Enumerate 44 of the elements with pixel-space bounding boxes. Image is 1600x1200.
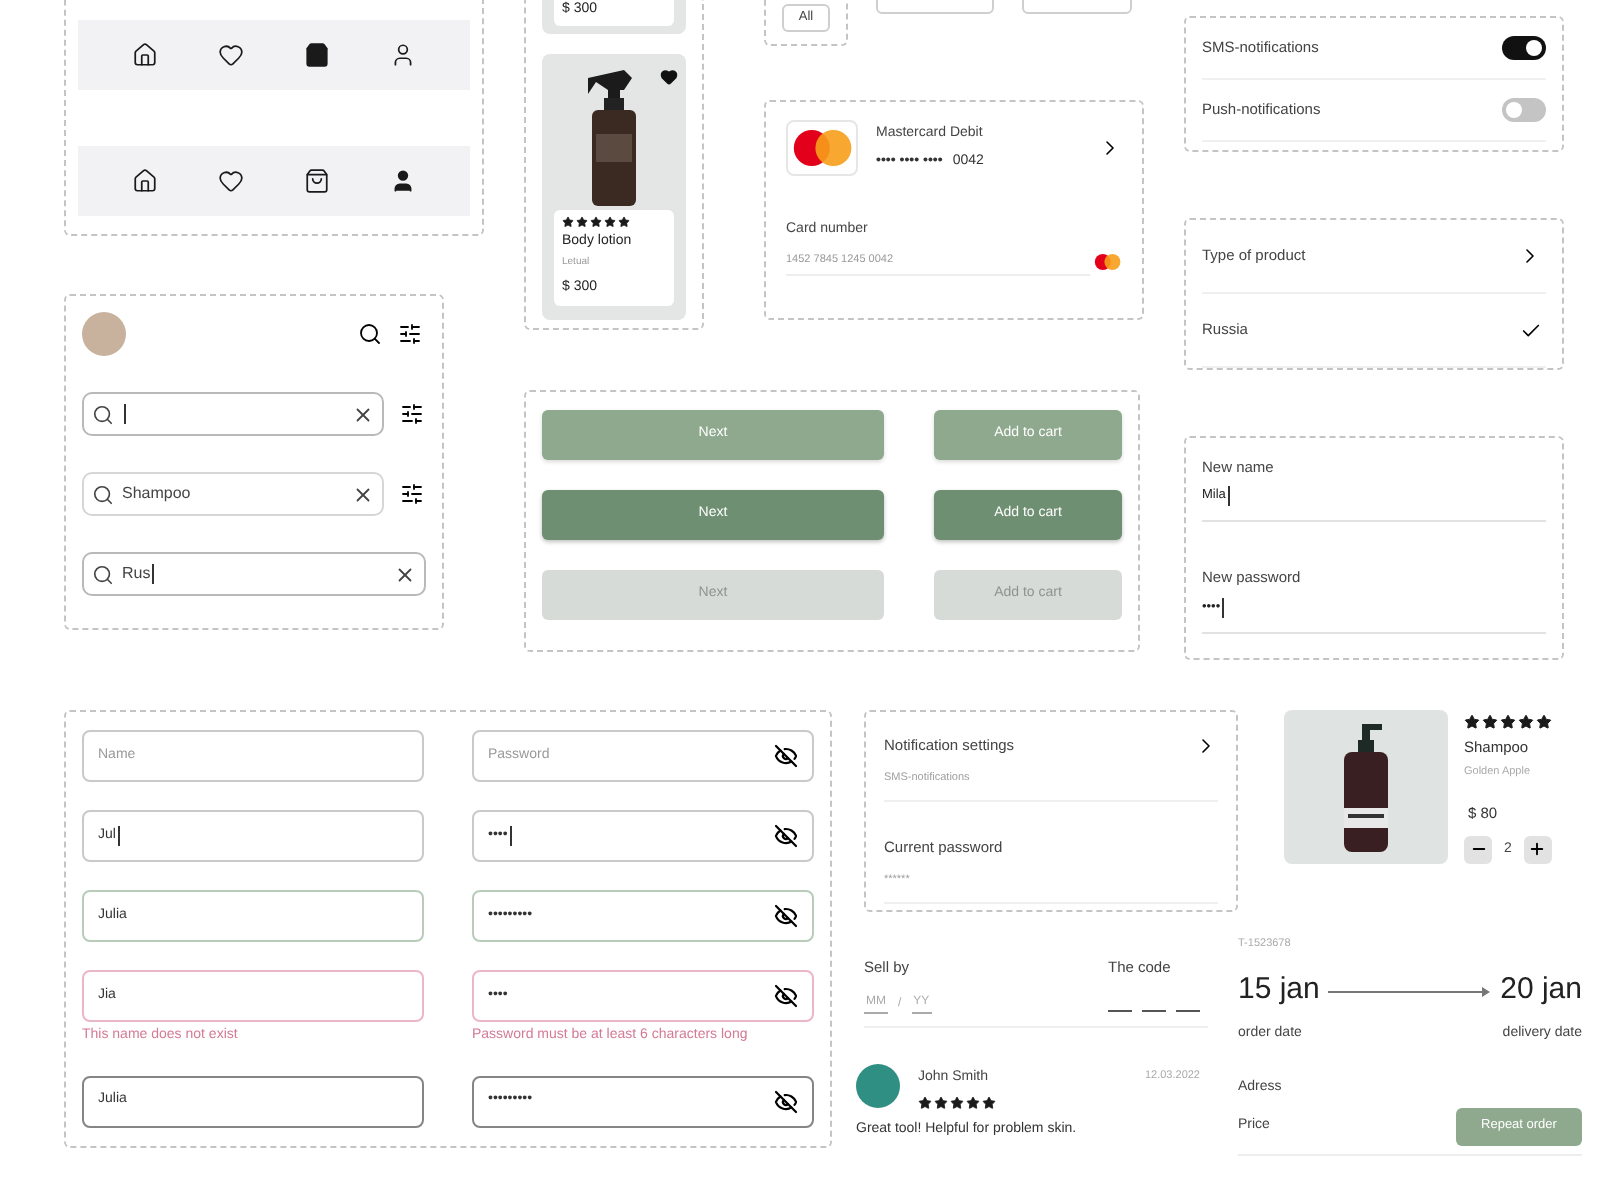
text-cursor [152,564,155,584]
heart-icon[interactable] [660,67,678,85]
avatar [856,1064,900,1109]
search-field[interactable] [82,392,384,436]
text-cursor [1222,597,1225,617]
search-field[interactable]: Shampoo [82,472,384,516]
eye-off-icon[interactable] [774,984,798,1008]
plus-icon [1528,840,1547,859]
filter-icon[interactable] [398,322,422,346]
eye-off-icon[interactable] [774,904,798,928]
search-icon [92,483,114,505]
toggle-switch[interactable] [1502,98,1546,122]
search-field[interactable]: Rus [82,552,426,596]
eye-off-icon[interactable] [774,824,798,848]
clear-icon[interactable] [352,403,374,425]
bag-icon[interactable] [304,168,330,194]
text-cursor [1227,486,1230,507]
heart-icon[interactable] [218,168,244,194]
order-date: 15 jan [1238,970,1320,1011]
decrease-button[interactable] [1464,835,1492,864]
home-icon[interactable] [132,168,158,194]
text-cursor [117,826,120,846]
text-cursor [124,404,126,424]
eye-off-icon[interactable] [774,744,798,768]
shampoo-bottle-drawing [1338,723,1394,851]
card-logo-icon [791,130,853,166]
toggle-switch[interactable] [1502,36,1546,60]
eye-off-icon[interactable] [774,1089,798,1113]
search-icon[interactable] [358,322,382,346]
bag-icon[interactable] [304,42,330,68]
search-icon [92,563,114,585]
heart-icon[interactable] [218,42,244,68]
search-icon [92,403,114,425]
user-icon[interactable] [390,168,416,194]
increase-button[interactable] [1523,835,1552,864]
filter-icon[interactable] [400,402,424,426]
clear-icon[interactable] [352,483,374,505]
delivery-date: 20 jan [1500,970,1582,1011]
card-logo-icon [1094,253,1122,270]
home-icon[interactable] [132,42,158,68]
filter-icon[interactable] [400,482,424,506]
text-cursor [509,826,512,846]
clear-icon[interactable] [394,563,416,585]
user-icon[interactable] [390,42,416,68]
